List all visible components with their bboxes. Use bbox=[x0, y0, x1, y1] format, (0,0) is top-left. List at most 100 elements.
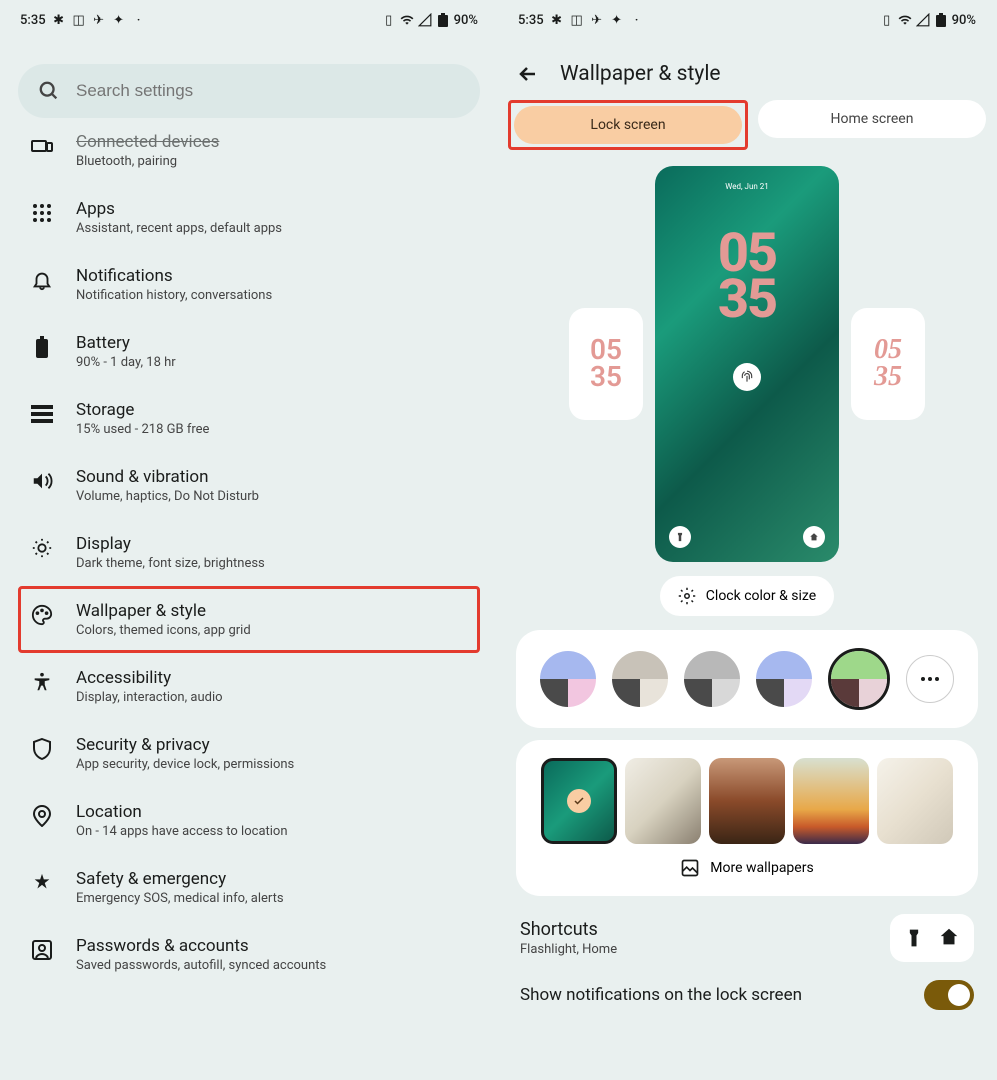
settings-item-wallpaper[interactable]: Wallpaper & style Colors, themed icons, … bbox=[18, 586, 480, 653]
color-swatch-1[interactable] bbox=[612, 651, 668, 707]
item-title: Storage bbox=[76, 400, 468, 420]
back-button[interactable] bbox=[516, 62, 540, 86]
status-bar: 5:35 ✱ ◫ ✈ ✦ · ▯ 90% bbox=[498, 0, 996, 40]
wallpaper-thumb-4[interactable] bbox=[877, 758, 953, 844]
item-subtitle: Bluetooth, pairing bbox=[76, 154, 468, 169]
item-title: Battery bbox=[76, 333, 468, 353]
battery-percent: 90% bbox=[952, 13, 976, 28]
volume-icon bbox=[30, 469, 54, 493]
telegram-icon: ✈ bbox=[92, 13, 106, 27]
wallpaper-thumb-2[interactable] bbox=[709, 758, 785, 844]
wallpaper-thumb-0[interactable] bbox=[541, 758, 617, 844]
slack-icon: ✱ bbox=[52, 13, 66, 27]
shortcuts-preview bbox=[890, 914, 974, 962]
color-swatch-3[interactable] bbox=[756, 651, 812, 707]
item-title: Notifications bbox=[76, 266, 468, 286]
more-wallpapers-button[interactable]: More wallpapers bbox=[534, 858, 960, 878]
color-swatch-0[interactable] bbox=[540, 651, 596, 707]
brightness-icon bbox=[30, 536, 54, 560]
color-swatch-2[interactable] bbox=[684, 651, 740, 707]
item-title: Wallpaper & style bbox=[76, 601, 468, 621]
shield-icon bbox=[30, 737, 54, 761]
more-colors-button[interactable] bbox=[906, 655, 954, 703]
wifi-icon bbox=[898, 13, 912, 27]
flashlight-shortcut-icon bbox=[669, 526, 691, 548]
settings-item-connected-devices[interactable]: Connected devices Bluetooth, pairing bbox=[18, 132, 480, 184]
color-swatches-card bbox=[516, 630, 978, 728]
item-subtitle: 90% - 1 day, 18 hr bbox=[76, 355, 468, 370]
notifications-label: Show notifications on the lock screen bbox=[520, 985, 802, 1005]
phone-icon: ▯ bbox=[880, 13, 894, 27]
tabs: Lock screen Home screen bbox=[498, 100, 996, 150]
clock-color-size-button[interactable]: Clock color & size bbox=[660, 576, 834, 616]
shortcuts-title: Shortcuts bbox=[520, 919, 617, 940]
app-icon-2: ✦ bbox=[610, 13, 624, 27]
preview-date: Wed, Jun 21 bbox=[725, 182, 769, 191]
wifi-icon bbox=[400, 13, 414, 27]
item-title: Display bbox=[76, 534, 468, 554]
settings-item-sound[interactable]: Sound & vibration Volume, haptics, Do No… bbox=[18, 452, 480, 519]
shortcuts-row[interactable]: Shortcuts Flashlight, Home bbox=[520, 914, 974, 962]
accessibility-icon bbox=[30, 670, 54, 694]
item-title: Apps bbox=[76, 199, 468, 219]
color-swatch-4[interactable] bbox=[828, 648, 890, 710]
wallpapers-card: More wallpapers bbox=[516, 740, 978, 896]
settings-item-security[interactable]: Security & privacy App security, device … bbox=[18, 720, 480, 787]
tab-home-screen[interactable]: Home screen bbox=[758, 100, 986, 138]
settings-item-apps[interactable]: Apps Assistant, recent apps, default app… bbox=[18, 184, 480, 251]
settings-item-accessibility[interactable]: Accessibility Display, interaction, audi… bbox=[18, 653, 480, 720]
item-title: Sound & vibration bbox=[76, 467, 468, 487]
tab-lock-screen[interactable]: Lock screen bbox=[514, 106, 742, 144]
search-input[interactable] bbox=[76, 81, 460, 101]
settings-item-location[interactable]: Location On - 14 apps have access to loc… bbox=[18, 787, 480, 854]
item-subtitle: Emergency SOS, medical info, alerts bbox=[76, 891, 468, 906]
notifications-toggle-row: Show notifications on the lock screen bbox=[520, 980, 974, 1010]
settings-item-storage[interactable]: Storage 15% used - 218 GB free bbox=[18, 385, 480, 452]
clock-style-prev[interactable]: 05 35 bbox=[569, 308, 643, 420]
fingerprint-icon bbox=[733, 363, 761, 391]
clock-btn-label: Clock color & size bbox=[706, 588, 816, 604]
preview-time: 05 35 bbox=[718, 231, 776, 323]
item-title: Safety & emergency bbox=[76, 869, 468, 889]
signal-icon bbox=[916, 13, 930, 27]
preview-row: 05 35 Wed, Jun 21 05 35 05 35 bbox=[498, 166, 996, 562]
shortcuts-subtitle: Flashlight, Home bbox=[520, 942, 617, 957]
settings-item-safety[interactable]: Safety & emergency Emergency SOS, medica… bbox=[18, 854, 480, 921]
wallpaper-thumb-1[interactable] bbox=[625, 758, 701, 844]
battery-percent: 90% bbox=[454, 13, 478, 28]
settings-item-display[interactable]: Display Dark theme, font size, brightnes… bbox=[18, 519, 480, 586]
settings-item-passwords[interactable]: Passwords & accounts Saved passwords, au… bbox=[18, 921, 480, 988]
item-subtitle: Dark theme, font size, brightness bbox=[76, 556, 468, 571]
settings-list: Connected devices Bluetooth, pairing App… bbox=[0, 132, 498, 988]
dot-icon: · bbox=[132, 13, 146, 27]
location-icon bbox=[30, 804, 54, 828]
item-subtitle: Assistant, recent apps, default apps bbox=[76, 221, 468, 236]
wallpaper-thumb-3[interactable] bbox=[793, 758, 869, 844]
storage-icon bbox=[30, 402, 54, 426]
home-shortcut-icon bbox=[803, 526, 825, 548]
status-time: 5:35 bbox=[20, 13, 46, 28]
color-swatches bbox=[534, 648, 960, 710]
item-subtitle: App security, device lock, permissions bbox=[76, 757, 468, 772]
clock-style-next[interactable]: 05 35 bbox=[851, 308, 925, 420]
settings-screen: 5:35 ✱ ◫ ✈ ✦ · ▯ 90% Connected devices B… bbox=[0, 0, 498, 1080]
emergency-icon bbox=[30, 871, 54, 895]
settings-item-notifications[interactable]: Notifications Notification history, conv… bbox=[18, 251, 480, 318]
lock-screen-preview[interactable]: Wed, Jun 21 05 35 bbox=[655, 166, 839, 562]
signal-icon bbox=[418, 13, 432, 27]
search-bar[interactable] bbox=[18, 64, 480, 118]
item-subtitle: 15% used - 218 GB free bbox=[76, 422, 468, 437]
gear-icon bbox=[678, 587, 696, 605]
item-subtitle: Notification history, conversations bbox=[76, 288, 468, 303]
dot-icon: · bbox=[630, 13, 644, 27]
page-title: Wallpaper & style bbox=[560, 62, 721, 86]
notifications-toggle[interactable] bbox=[924, 980, 974, 1010]
slack-icon: ✱ bbox=[550, 13, 564, 27]
app-icon-2: ✦ bbox=[112, 13, 126, 27]
item-title: Security & privacy bbox=[76, 735, 468, 755]
settings-item-battery[interactable]: Battery 90% - 1 day, 18 hr bbox=[18, 318, 480, 385]
item-title: Accessibility bbox=[76, 668, 468, 688]
account-icon bbox=[30, 938, 54, 962]
status-time: 5:35 bbox=[518, 13, 544, 28]
item-title: Location bbox=[76, 802, 468, 822]
